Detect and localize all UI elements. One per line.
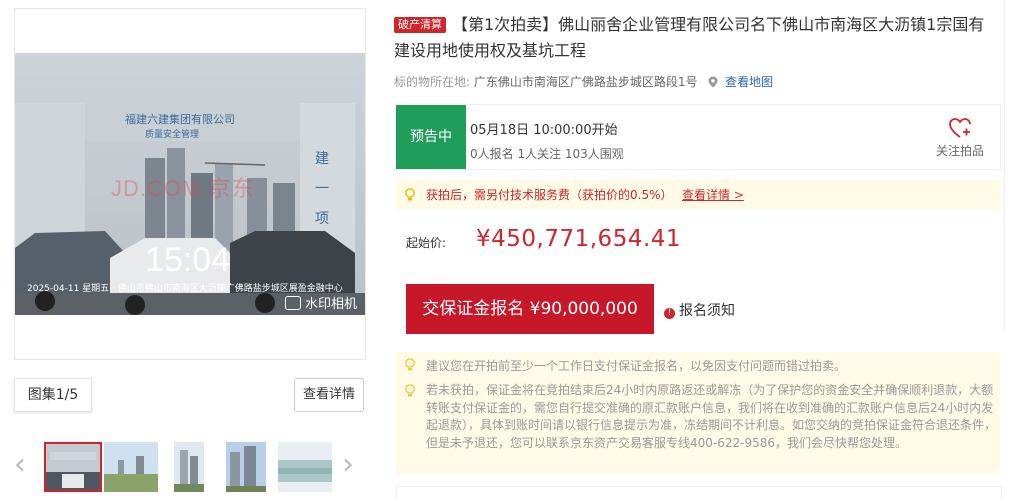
view-detail-button[interactable]: 查看详情	[294, 378, 364, 412]
main-photo[interactable]: 福建六建集团有限公司 质量安全管理 建 一 项 JD.COM 京东 15:04 …	[15, 53, 365, 315]
right-edge-divider	[1004, 0, 1012, 330]
svg-text:福建六建集团有限公司: 福建六建集团有限公司	[125, 112, 235, 126]
camera-app-label: 水印相机	[285, 293, 357, 312]
gallery-counter: 图集1/5	[14, 378, 92, 412]
next-arrow-icon[interactable]: ›	[342, 450, 354, 480]
auction-status: 预告中 05月18日 10:00:00开始 0人报名 1人关注 103人围观 关…	[394, 104, 1001, 170]
location-address: 广东佛山市南海区广佛路盐步城区路段1号	[473, 75, 698, 89]
fee-text: 获拍后，需另付技术服务费（获拍价的0.5%）	[426, 188, 673, 202]
lightbulb-icon	[405, 358, 415, 371]
thumbnail-5[interactable]	[278, 442, 332, 492]
thumbnail-4[interactable]	[226, 442, 266, 492]
deposit-register-button[interactable]: 交保证金报名 ¥90,000,000	[406, 284, 654, 334]
deposit-tips: 建议您在开拍前至少一个工作日支付保证金报名，以免因支付问题而错过拍卖。 若未获拍…	[396, 352, 1000, 474]
tip-1: 建议您在开拍前至少一个工作日支付保证金报名，以免因支付问题而错过拍卖。	[426, 359, 847, 373]
watermark-logo: JD.COM 京东	[111, 176, 255, 201]
thumbnail-1[interactable]	[44, 442, 102, 492]
thumbnail-strip: ‹ ›	[14, 440, 366, 496]
location-label: 标的物所在地:	[394, 75, 471, 89]
gallery: 福建六建集团有限公司 质量安全管理 建 一 项 JD.COM 京东 15:04 …	[14, 8, 366, 360]
tip-2: 若未获拍，保证金将在竞拍结束后24小时内原路返还或解冻（为了保护您的资金安全并确…	[426, 383, 997, 450]
start-time: 05月18日 10:00:00开始	[470, 123, 618, 138]
next-section-border	[396, 486, 1002, 499]
bankruptcy-tag: 破产清算	[394, 17, 446, 33]
view-map-link[interactable]: 查看地图	[725, 75, 773, 89]
thumbnail-2[interactable]	[104, 442, 158, 492]
starting-price: ¥450,771,654.41	[476, 226, 682, 252]
registration-notice-link[interactable]: ! 报名须知	[664, 300, 735, 320]
follow-button[interactable]: 关注拍品	[932, 117, 988, 159]
gallery-controls: 图集1/5 查看详情	[14, 378, 366, 412]
svg-text:一: 一	[315, 181, 329, 197]
item-title: 【第1次拍卖】佛山丽舍企业管理有限公司名下佛山市南海区大沥镇1宗国有建设用地使用…	[394, 15, 985, 60]
lightbulb-icon	[405, 188, 415, 201]
service-fee-tip: 获拍后，需另付技术服务费（获拍价的0.5%） 查看详情 >	[396, 180, 1000, 210]
prev-arrow-icon[interactable]: ‹	[14, 450, 26, 480]
lightbulb-icon	[405, 384, 415, 397]
fee-detail-link[interactable]: 查看详情 >	[682, 180, 744, 210]
photo-time: 15:04	[145, 241, 231, 279]
svg-text:项: 项	[315, 211, 329, 227]
main-image-frame[interactable]: 福建六建集团有限公司 质量安全管理 建 一 项 JD.COM 京东 15:04 …	[14, 8, 366, 360]
follow-label: 关注拍品	[935, 144, 984, 158]
heart-plus-icon	[949, 118, 971, 138]
camera-icon	[285, 296, 301, 310]
thumbnail-3[interactable]	[174, 442, 204, 492]
info-icon: !	[664, 308, 675, 319]
svg-text:建: 建	[315, 151, 329, 167]
item-title-block: 破产清算 【第1次拍卖】佛山丽舍企业管理有限公司名下佛山市南海区大沥镇1宗国有建设…	[394, 12, 1000, 64]
location-row: 标的物所在地: 广东佛山市南海区广佛路盐步城区路段1号 查看地图	[394, 73, 773, 90]
participation-counts: 0人报名 1人关注 103人围观	[470, 147, 624, 161]
svg-text:质量安全管理: 质量安全管理	[145, 128, 199, 140]
status-badge: 预告中	[396, 105, 466, 169]
map-pin-icon	[708, 76, 718, 88]
price-label: 起始价:	[406, 236, 447, 250]
